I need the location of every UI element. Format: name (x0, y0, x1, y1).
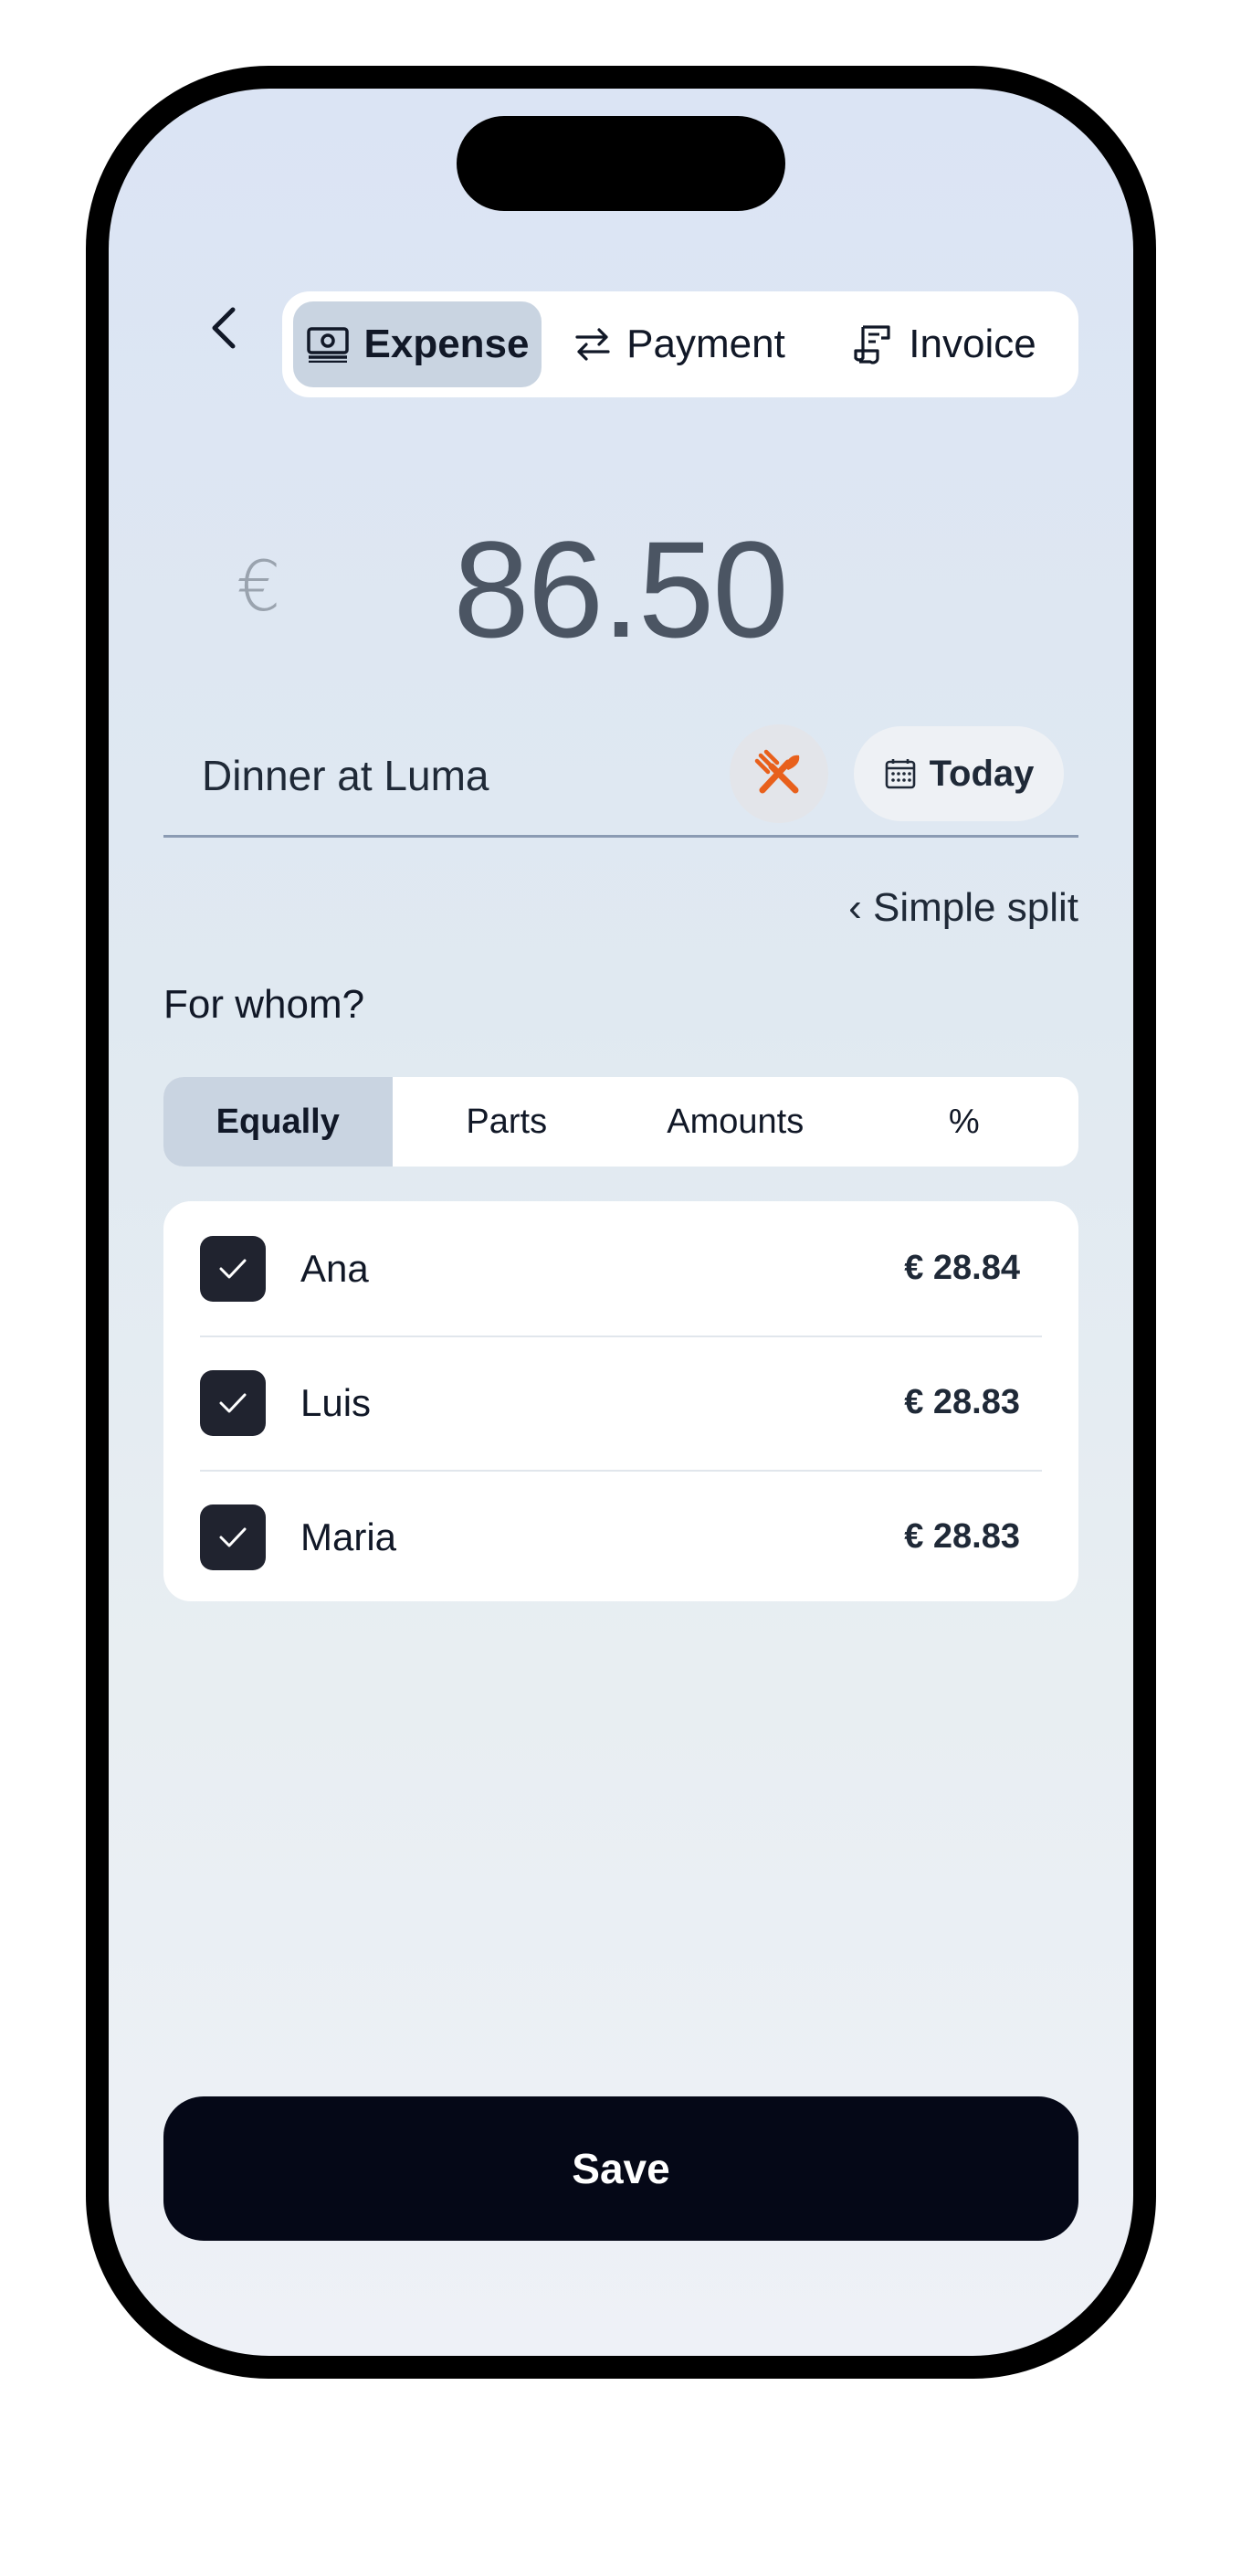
participants-list: Ana € 28.84 Luis € 28.83 Maria € 28.83 (163, 1201, 1078, 1601)
category-button[interactable] (730, 724, 828, 823)
back-button[interactable] (187, 291, 260, 364)
tab-invoice-label: Invoice (909, 322, 1036, 366)
participant-name: Ana (300, 1246, 369, 1290)
participant-row[interactable]: Maria € 28.83 (200, 1470, 1042, 1604)
date-label: Today (929, 753, 1035, 794)
currency-symbol[interactable]: € (237, 545, 280, 627)
split-mode-tabs: Equally Parts Amounts % (163, 1077, 1078, 1167)
tab-expense-label: Expense (363, 322, 530, 366)
tab-invoice[interactable]: Invoice (821, 301, 1067, 387)
dynamic-island (457, 116, 785, 211)
participant-amount: € 28.84 (904, 1249, 1020, 1287)
amount-input[interactable]: 86.50 (383, 511, 857, 669)
split-heading: For whom? (163, 982, 365, 1027)
chevron-left-icon (212, 307, 236, 349)
app-screen: Expense Payment Invoice € 86.50 Dinner a… (109, 89, 1133, 2356)
banknote-icon (306, 326, 350, 363)
tab-percent[interactable]: % (850, 1077, 1079, 1167)
tab-expense[interactable]: Expense (293, 301, 542, 387)
tab-payment-label: Payment (626, 322, 785, 366)
participant-amount: € 28.83 (904, 1517, 1020, 1556)
description-input[interactable]: Dinner at Luma (202, 751, 489, 800)
save-button[interactable]: Save (163, 2096, 1078, 2241)
checkmark-icon (219, 1259, 247, 1278)
transaction-type-tabs: Expense Payment Invoice (282, 291, 1078, 397)
calendar-icon (885, 759, 915, 789)
participant-checkbox[interactable] (200, 1504, 266, 1570)
date-button[interactable]: Today (854, 726, 1064, 821)
fork-knife-icon (754, 749, 800, 794)
checkmark-icon (219, 1393, 247, 1412)
phone-frame: Expense Payment Invoice € 86.50 Dinner a… (86, 66, 1156, 2379)
participant-amount: € 28.83 (904, 1383, 1020, 1421)
tab-amounts[interactable]: Amounts (621, 1077, 850, 1167)
transfer-arrows-icon (573, 325, 612, 364)
description-divider (163, 835, 1078, 838)
participant-name: Luis (300, 1380, 372, 1424)
tab-parts[interactable]: Parts (393, 1077, 622, 1167)
receipt-icon (852, 323, 894, 365)
participant-checkbox[interactable] (200, 1369, 266, 1436)
tab-payment[interactable]: Payment (556, 301, 803, 387)
participant-row[interactable]: Luis € 28.83 (200, 1336, 1042, 1472)
participant-name: Maria (300, 1515, 397, 1558)
simple-split-link[interactable]: ‹ Simple split (848, 885, 1078, 931)
tab-equally[interactable]: Equally (163, 1077, 393, 1167)
checkmark-icon (219, 1527, 247, 1547)
participant-checkbox[interactable] (200, 1235, 266, 1302)
participant-row[interactable]: Ana € 28.84 (200, 1201, 1042, 1337)
